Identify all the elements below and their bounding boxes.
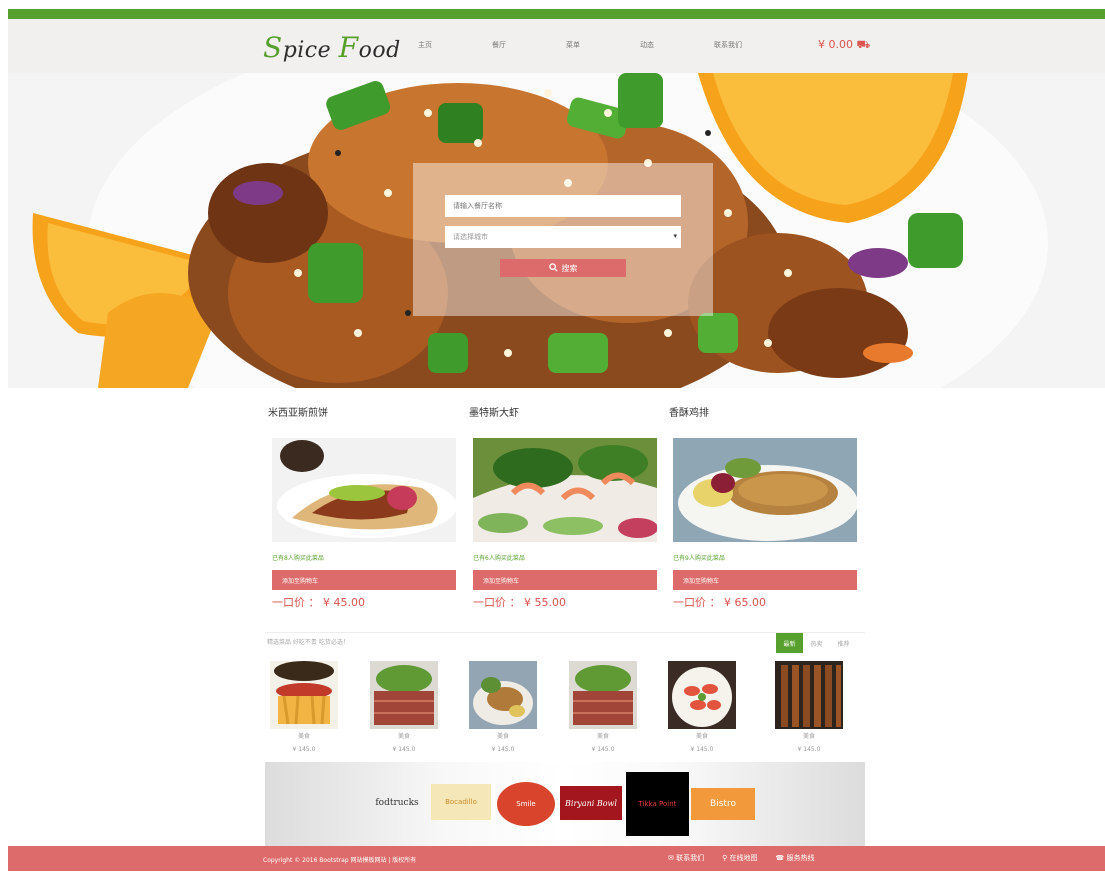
- dish-purchase-note: 已有9人购买此菜品: [673, 555, 725, 562]
- nav-item-home[interactable]: 主页: [418, 40, 432, 50]
- product-name: 美食: [496, 733, 509, 740]
- add-to-cart-button[interactable]: 添加至购物车: [473, 570, 657, 590]
- dish-price: 一口价 ： ¥ 55.00: [473, 596, 566, 609]
- product-price: ¥ 145.0: [690, 746, 714, 753]
- dish-card: 香酥鸡排 已有9人购买此菜品 添加至购物车 一口价 ： ¥ 65.00: [669, 404, 857, 609]
- dish-purchase-note: 已有8人购买此菜品: [272, 555, 324, 562]
- restaurant-search-input[interactable]: [445, 195, 681, 217]
- caret-down-icon: ▾: [673, 232, 677, 240]
- add-to-cart-button[interactable]: 添加至购物车: [272, 570, 456, 590]
- product-price: ¥ 145.0: [392, 746, 416, 753]
- dish-image-chicken-cutlet[interactable]: [673, 438, 857, 542]
- logo[interactable]: Spice Food: [263, 31, 401, 64]
- product-name: 美食: [695, 733, 708, 740]
- product-name: 美食: [596, 733, 609, 740]
- product-price: ¥ 145.0: [491, 746, 515, 753]
- product-image-steak: [370, 661, 438, 729]
- dish-title: 墨特斯大虾: [469, 408, 519, 419]
- site-header: Spice Food 主页 餐厅 菜单 动态 联系我们 ¥ 0.00 ⛟: [8, 19, 1105, 73]
- envelope-icon: ✉: [668, 854, 674, 862]
- phone-icon: ☎: [775, 854, 785, 862]
- search-icon: [548, 262, 558, 274]
- dish-price: 一口价 ： ¥ 45.00: [272, 596, 365, 609]
- main-nav: 主页 餐厅 菜单 动态 联系我们: [418, 40, 802, 50]
- product-image-fries: [270, 661, 338, 729]
- product-price: ¥ 145.0: [292, 746, 316, 753]
- nav-item-menu[interactable]: 菜单: [566, 40, 580, 50]
- partner-logo-bocadillo[interactable]: Bocadillo: [431, 784, 491, 820]
- product-tabs: 最新 热卖 推荐: [776, 633, 857, 653]
- product-name: 美食: [297, 733, 310, 740]
- product-item[interactable]: 美食 ¥ 145.0: [774, 661, 844, 753]
- nav-item-restaurants[interactable]: 餐厅: [492, 40, 506, 50]
- dish-image-shrimp-salad[interactable]: [473, 438, 657, 542]
- map-pin-icon: ⚲: [722, 854, 728, 862]
- hero-banner: 请选择城市 ▾ 搜索: [8, 73, 1105, 388]
- product-price: ¥ 145.0: [591, 746, 615, 753]
- section-title: 精选菜品 好吃不贵 吃货必选！: [267, 639, 349, 646]
- dish-card: 墨特斯大虾 已有6人购买此菜品 添加至购物车 一口价 ： ¥ 55.00: [469, 404, 657, 609]
- cart-link[interactable]: ¥ 0.00 ⛟: [818, 38, 870, 53]
- search-panel: 请选择城市 ▾ 搜索: [413, 163, 713, 316]
- tab-latest[interactable]: 最新: [776, 633, 803, 653]
- product-item[interactable]: 美食 ¥ 145.0: [468, 661, 538, 753]
- top-accent-bar: [8, 9, 1105, 19]
- partner-logo-smile[interactable]: Smile: [497, 782, 555, 826]
- search-button[interactable]: 搜索: [500, 259, 626, 277]
- footer-link-contact[interactable]: ✉ 联系我们: [668, 853, 704, 863]
- product-item[interactable]: 美食 ¥ 145.0: [269, 661, 339, 753]
- nav-item-news[interactable]: 动态: [640, 40, 654, 50]
- product-image-skewers: [775, 661, 843, 729]
- dish-price: 一口价 ： ¥ 65.00: [673, 596, 766, 609]
- dish-title: 米西亚斯煎饼: [268, 408, 328, 419]
- add-to-cart-button[interactable]: 添加至购物车: [673, 570, 857, 590]
- dish-purchase-note: 已有6人购买此菜品: [473, 555, 525, 562]
- city-select[interactable]: 请选择城市 ▾: [445, 226, 681, 248]
- tab-recommended[interactable]: 推荐: [830, 633, 857, 653]
- product-item[interactable]: 美食 ¥ 145.0: [568, 661, 638, 753]
- product-item[interactable]: 美食 ¥ 145.0: [667, 661, 737, 753]
- city-select-value: 请选择城市: [453, 233, 488, 241]
- dish-title: 香酥鸡排: [669, 408, 709, 419]
- footer-links: ✉ 联系我们 ⚲ 在线地图 ☎ 服务热线: [668, 853, 832, 863]
- product-image-salmon-platter: [668, 661, 736, 729]
- product-image-grilled-chicken: [469, 661, 537, 729]
- dish-card: 米西亚斯煎饼 已有8人购买此菜品 添加至购物车 一口价 ： ¥ 45.00: [268, 404, 456, 609]
- search-button-label: 搜索: [561, 263, 578, 273]
- product-name: 美食: [397, 733, 410, 740]
- tab-hot[interactable]: 热卖: [803, 633, 830, 653]
- footer-link-hotline[interactable]: ☎ 服务热线: [775, 853, 814, 863]
- site-footer: Copyright © 2016 Bootstrap 网站模板网站 | 版权所有…: [8, 846, 1105, 871]
- copyright-text: Copyright © 2016 Bootstrap 网站模板网站 | 版权所有: [263, 857, 417, 864]
- product-grid-section: 精选菜品 好吃不贵 吃货必选！ 最新 热卖 推荐 美食 ¥ 145.0 美食 ¥…: [265, 632, 865, 762]
- partner-logo-tikka-point[interactable]: Tikka Point: [626, 772, 689, 836]
- product-price: ¥ 145.0: [797, 746, 821, 753]
- partner-logo-fodtrucks[interactable]: fodtrucks: [368, 788, 426, 818]
- product-image-steak-2: [569, 661, 637, 729]
- nav-item-contact[interactable]: 联系我们: [714, 40, 742, 50]
- partner-logos: fodtrucks Bocadillo Smile Biryani Bowl T…: [265, 762, 865, 846]
- dish-image-tacos[interactable]: [272, 438, 456, 542]
- footer-link-map[interactable]: ⚲ 在线地图: [722, 853, 757, 863]
- partner-logo-bistro[interactable]: Bistro: [691, 788, 755, 820]
- cart-icon: ⛟: [856, 38, 871, 51]
- product-item[interactable]: 美食 ¥ 145.0: [369, 661, 439, 753]
- product-name: 美食: [802, 733, 815, 740]
- cart-amount: ¥ 0.00: [818, 38, 853, 51]
- partner-logo-biryani-bowl[interactable]: Biryani Bowl: [560, 786, 622, 820]
